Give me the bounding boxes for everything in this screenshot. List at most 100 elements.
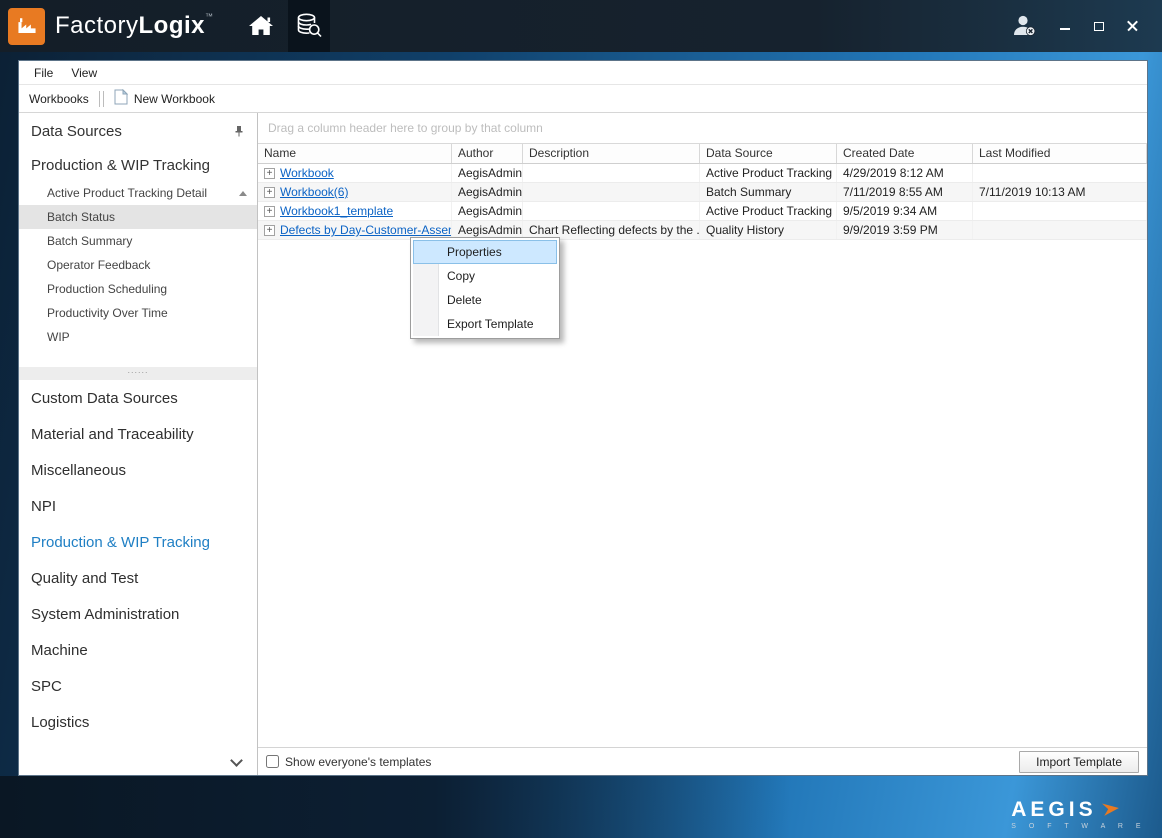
data-source-list: Active Product Tracking Detail Batch Sta… [19, 181, 257, 349]
context-menu-delete[interactable]: Delete [413, 288, 557, 312]
sidebar-item-production-scheduling[interactable]: Production Scheduling [19, 277, 257, 301]
sidebar-item-label: Batch Summary [47, 234, 132, 248]
last-modified-cell [973, 202, 1147, 220]
category-label: Machine [31, 642, 88, 659]
created-date-cell: 9/9/2019 3:59 PM [837, 221, 973, 239]
data-source-cell: Active Product Tracking ... [700, 202, 837, 220]
scroll-up-icon[interactable] [239, 191, 247, 196]
sidebar-item-label: Batch Status [47, 210, 115, 224]
category-label: SPC [31, 678, 62, 695]
column-header-name[interactable]: Name [258, 144, 452, 163]
author-cell: AegisAdmin [452, 183, 523, 201]
category-label: System Administration [31, 606, 179, 623]
category-production-wip-tracking[interactable]: Production & WIP Tracking [19, 524, 257, 560]
panel-title: Data Sources [31, 123, 122, 140]
description-cell [523, 202, 700, 220]
new-workbook-button[interactable]: New Workbook [114, 89, 215, 108]
description-cell [523, 183, 700, 201]
toolbar-separator [99, 91, 104, 107]
show-everyones-templates-checkbox[interactable] [266, 755, 279, 768]
table-row[interactable]: Workbook AegisAdmin Active Product Track… [258, 164, 1147, 183]
sidebar-item-batch-status[interactable]: Batch Status [19, 205, 257, 229]
category-list: Custom Data Sources Material and Traceab… [19, 380, 257, 740]
minimize-button[interactable] [1058, 18, 1072, 34]
sidebar-item-active-product-tracking-detail[interactable]: Active Product Tracking Detail [19, 181, 257, 205]
sidebar-item-operator-feedback[interactable]: Operator Feedback [19, 253, 257, 277]
grid-footer-bar: Show everyone's templates Import Templat… [258, 747, 1147, 775]
expand-icon[interactable] [264, 206, 275, 217]
expand-icon[interactable] [264, 168, 275, 179]
maximize-button[interactable] [1092, 18, 1106, 34]
aegis-arrow-icon [1102, 799, 1120, 822]
chevron-down-icon[interactable] [230, 754, 243, 767]
titlebar: FactoryLogix™ [0, 0, 1162, 52]
table-row[interactable]: Defects by Day-Customer-Assem AegisAdmin… [258, 221, 1147, 240]
app-brand: FactoryLogix™ [55, 12, 214, 40]
data-sources-panel: Data Sources Production & WIP Tracking A… [19, 113, 258, 775]
category-label: Material and Traceability [31, 426, 194, 443]
sidebar-group-production-wip[interactable]: Production & WIP Tracking [19, 149, 257, 181]
group-by-drop-area[interactable]: Drag a column header here to group by th… [258, 113, 1147, 144]
column-header-last-modified[interactable]: Last Modified [973, 144, 1147, 163]
footer-shade [0, 776, 790, 838]
new-workbook-icon [114, 89, 128, 108]
context-menu-copy[interactable]: Copy [413, 264, 557, 288]
workbooks-label[interactable]: Workbooks [29, 92, 89, 106]
aegis-logo-text: AEGIS [1011, 798, 1096, 822]
category-npi[interactable]: NPI [19, 488, 257, 524]
category-miscellaneous[interactable]: Miscellaneous [19, 452, 257, 488]
menu-view[interactable]: View [62, 63, 106, 83]
context-menu-properties[interactable]: Properties [413, 240, 557, 264]
workbook-link[interactable]: Workbook(6) [280, 183, 348, 201]
category-material-and-traceability[interactable]: Material and Traceability [19, 416, 257, 452]
splitter-handle[interactable]: ...... [19, 367, 257, 380]
table-row[interactable]: Workbook1_template AegisAdmin Active Pro… [258, 202, 1147, 221]
category-label: Quality and Test [31, 570, 138, 587]
category-machine[interactable]: Machine [19, 632, 257, 668]
show-everyones-templates: Show everyone's templates [266, 755, 431, 769]
expand-icon[interactable] [264, 187, 275, 198]
data-analysis-icon[interactable] [288, 0, 330, 52]
home-icon[interactable] [240, 0, 282, 52]
column-header-author[interactable]: Author [452, 144, 523, 163]
created-date-cell: 4/29/2019 8:12 AM [837, 164, 973, 182]
sidebar-item-productivity-over-time[interactable]: Productivity Over Time [19, 301, 257, 325]
category-label: NPI [31, 498, 56, 515]
last-modified-cell [973, 164, 1147, 182]
last-modified-cell: 7/11/2019 10:13 AM [973, 183, 1147, 201]
sidebar-item-wip[interactable]: WIP [19, 325, 257, 349]
titlebar-right [1012, 14, 1162, 38]
close-button[interactable] [1126, 18, 1140, 34]
sidebar-item-batch-summary[interactable]: Batch Summary [19, 229, 257, 253]
workbook-link[interactable]: Workbook [280, 164, 334, 182]
name-cell: Workbook(6) [258, 183, 452, 201]
last-modified-cell [973, 221, 1147, 239]
category-label: Production & WIP Tracking [31, 534, 210, 551]
data-source-cell: Batch Summary [700, 183, 837, 201]
factorylogix-logo-icon [8, 8, 45, 45]
category-system-administration[interactable]: System Administration [19, 596, 257, 632]
context-menu-export-template[interactable]: Export Template [413, 312, 557, 336]
menubar: File View [19, 61, 1147, 85]
column-header-description[interactable]: Description [523, 144, 700, 163]
checkbox-label: Show everyone's templates [285, 755, 431, 769]
aegis-tagline: S O F T W A R E [1011, 823, 1146, 830]
category-spc[interactable]: SPC [19, 668, 257, 704]
user-logout-icon[interactable] [1012, 14, 1038, 38]
created-date-cell: 9/5/2019 9:34 AM [837, 202, 973, 220]
author-cell: AegisAdmin [452, 202, 523, 220]
category-logistics[interactable]: Logistics [19, 704, 257, 740]
data-source-cell: Active Product Tracking [700, 164, 837, 182]
menu-file[interactable]: File [25, 63, 62, 83]
name-cell: Workbook [258, 164, 452, 182]
expand-icon[interactable] [264, 225, 275, 236]
category-quality-and-test[interactable]: Quality and Test [19, 560, 257, 596]
category-custom-data-sources[interactable]: Custom Data Sources [19, 380, 257, 416]
import-template-button[interactable]: Import Template [1019, 751, 1139, 773]
pin-icon[interactable] [233, 125, 245, 137]
workbook-link[interactable]: Workbook1_template [280, 202, 393, 220]
table-row[interactable]: Workbook(6) AegisAdmin Batch Summary 7/1… [258, 183, 1147, 202]
column-header-created-date[interactable]: Created Date [837, 144, 973, 163]
column-header-data-source[interactable]: Data Source [700, 144, 837, 163]
grid-empty-area [258, 240, 1147, 747]
